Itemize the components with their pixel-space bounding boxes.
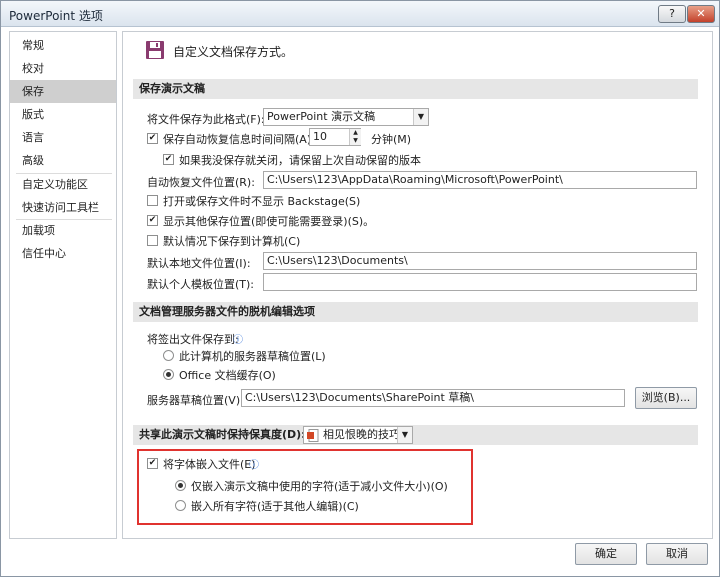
chevron-down-icon: ▼: [413, 109, 428, 125]
info-icon: ⓘ: [249, 460, 259, 471]
cancel-button[interactable]: 取消: [646, 543, 708, 565]
hide-backstage-checkbox[interactable]: [147, 195, 158, 206]
sidebar-item-proofing[interactable]: 校对: [10, 57, 116, 80]
sidebar-item-layout[interactable]: 版式: [10, 103, 116, 126]
save-format-label: 将文件保存为此格式(F):: [147, 113, 265, 126]
checkout-label: 将签出文件保存到:: [147, 333, 239, 346]
embed-fonts-label: 将字体嵌入文件(E): [163, 458, 256, 471]
sidebar-item-save[interactable]: 保存: [10, 80, 116, 103]
default-location-label: 默认本地文件位置(I):: [147, 257, 251, 270]
sidebar-item-addins[interactable]: 加载项: [10, 219, 116, 242]
default-location-input[interactable]: C:\Users\123\Documents\: [263, 252, 697, 270]
help-button[interactable]: ?: [658, 5, 686, 23]
keep-last-version-checkbox[interactable]: ✔: [163, 154, 174, 165]
sidebar-item-customize-ribbon[interactable]: 自定义功能区: [10, 173, 116, 196]
fidelity-document-select[interactable]: 相见恨晚的技巧 ▼: [303, 426, 413, 444]
server-drafts-location-value: C:\Users\123\Documents\SharePoint 草稿\: [245, 391, 474, 404]
embed-fonts-checkbox[interactable]: ✔: [147, 458, 158, 469]
save-to-computer-checkbox[interactable]: [147, 235, 158, 246]
keep-last-version-label: 如果我没保存就关闭，请保留上次自动保留的版本: [179, 154, 421, 167]
save-format-value: PowerPoint 演示文稿: [267, 110, 376, 123]
autorecover-label: 保存自动恢复信息时间间隔(A): [163, 133, 312, 146]
server-drafts-location-label: 服务器草稿位置(V):: [147, 394, 244, 407]
options-dialog: PowerPoint 选项 ? ✕ 常规 校对 保存 版式 语言 高级 自定义功…: [0, 0, 720, 577]
browse-button[interactable]: 浏览(B)...: [635, 387, 697, 409]
section-header-offline-editing: 文档管理服务器文件的脱机编辑选项: [133, 302, 698, 322]
embed-all-radio[interactable]: [175, 500, 186, 511]
hide-backstage-label: 打开或保存文件时不显示 Backstage(S): [163, 195, 361, 208]
ok-button[interactable]: 确定: [575, 543, 637, 565]
info-icon: ⓘ: [233, 335, 243, 346]
autorecover-minutes-value: 10: [313, 130, 327, 143]
minutes-label: 分钟(M): [371, 133, 412, 146]
title-bar: PowerPoint 选项 ? ✕: [1, 1, 719, 27]
fidelity-document-value: 相见恨晚的技巧: [323, 428, 400, 441]
autorecover-location-value: C:\Users\123\AppData\Roaming\Microsoft\P…: [267, 173, 563, 186]
default-location-value: C:\Users\123\Documents\: [267, 254, 408, 267]
office-cache-label: Office 文档缓存(O): [179, 369, 276, 382]
autorecover-checkbox[interactable]: ✔: [147, 133, 158, 144]
autorecover-location-input[interactable]: C:\Users\123\AppData\Roaming\Microsoft\P…: [263, 171, 697, 189]
server-drafts-radio[interactable]: [163, 350, 174, 361]
chevron-down-icon: ▼: [397, 427, 412, 443]
show-other-locations-checkbox[interactable]: ✔: [147, 215, 158, 226]
save-format-select[interactable]: PowerPoint 演示文稿 ▼: [263, 108, 429, 126]
embed-only-used-label: 仅嵌入演示文稿中使用的字符(适于减小文件大小)(O): [191, 480, 448, 493]
section-header-preserve-fidelity: 共享此演示文稿时保持保真度(D):: [133, 425, 698, 445]
minutes-spinner[interactable]: ▲ ▼: [349, 129, 361, 145]
close-button[interactable]: ✕: [687, 5, 715, 23]
sidebar-item-quick-access-toolbar[interactable]: 快速访问工具栏: [10, 196, 116, 219]
powerpoint-document-icon: [307, 429, 319, 447]
window-title: PowerPoint 选项: [9, 9, 103, 23]
server-drafts-label: 此计算机的服务器草稿位置(L): [179, 350, 326, 363]
sidebar: 常规 校对 保存 版式 语言 高级 自定义功能区 快速访问工具栏 加载项 信任中…: [9, 31, 117, 539]
floppy-disk-icon: [145, 40, 165, 63]
template-location-label: 默认个人模板位置(T):: [147, 278, 255, 291]
embed-all-label: 嵌入所有字符(适于其他人编辑)(C): [191, 500, 359, 513]
panel-description: 自定义文档保存方式。: [173, 45, 294, 59]
save-panel: 自定义文档保存方式。 保存演示文稿 将文件保存为此格式(F): PowerPoi…: [122, 31, 713, 539]
office-cache-radio[interactable]: [163, 369, 174, 380]
sidebar-item-trust-center[interactable]: 信任中心: [10, 242, 116, 265]
show-other-locations-label: 显示其他保存位置(即使可能需要登录)(S)。: [163, 215, 375, 228]
section-header-save-presentations: 保存演示文稿: [133, 79, 698, 99]
sidebar-item-language[interactable]: 语言: [10, 126, 116, 149]
embed-only-used-radio[interactable]: [175, 480, 186, 491]
template-location-input[interactable]: [263, 273, 697, 291]
server-drafts-location-input[interactable]: C:\Users\123\Documents\SharePoint 草稿\: [241, 389, 625, 407]
sidebar-item-advanced[interactable]: 高级: [10, 149, 116, 172]
save-to-computer-label: 默认情况下保存到计算机(C): [163, 235, 301, 248]
autorecover-location-label: 自动恢复文件位置(R):: [147, 176, 255, 189]
sidebar-item-general[interactable]: 常规: [10, 34, 116, 57]
